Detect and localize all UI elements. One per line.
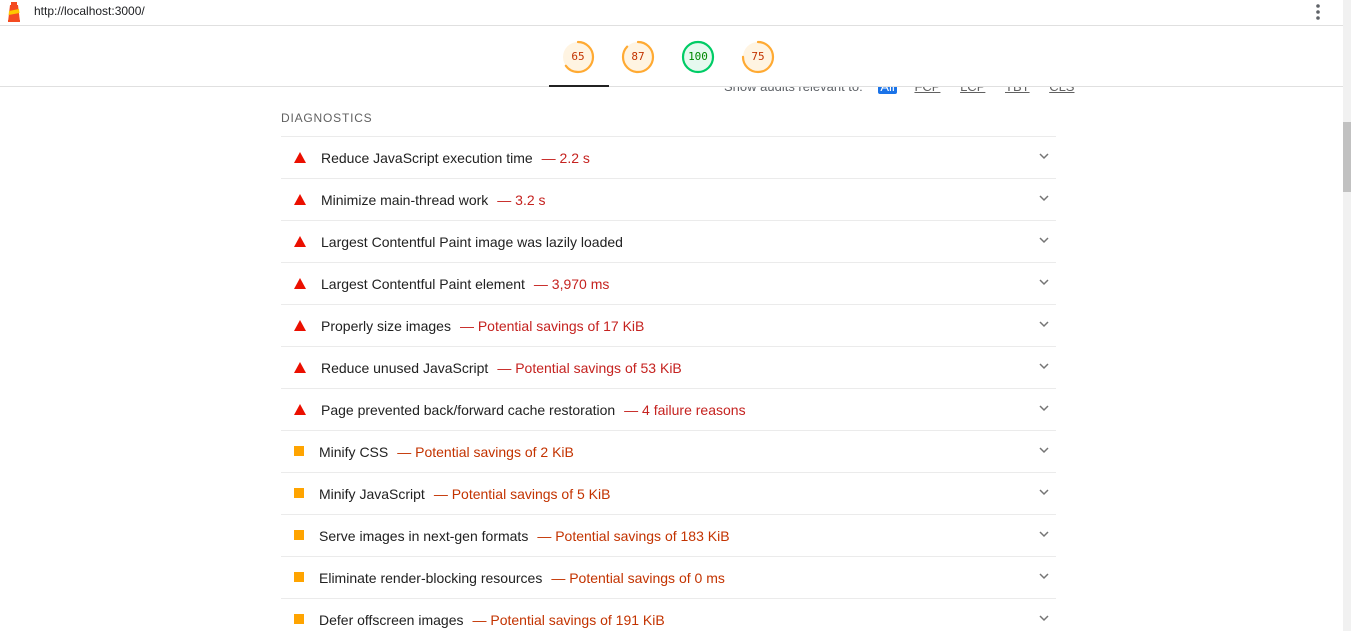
audit-row[interactable]: Largest Contentful Paint element — 3,970 … [281, 262, 1056, 304]
audit-row[interactable]: Reduce JavaScript execution time — 2.2 s [281, 136, 1056, 178]
audit-title: Reduce unused JavaScript [321, 359, 489, 376]
audit-title: Reduce JavaScript execution time [321, 149, 533, 166]
chevron-down-icon[interactable] [1039, 237, 1049, 244]
audit-list: Reduce JavaScript execution time — 2.2 s M… [281, 136, 1056, 640]
chevron-down-icon[interactable] [1039, 279, 1049, 286]
gauge-score: 100 [688, 50, 708, 63]
audit-title: Largest Contentful Paint element [321, 275, 525, 292]
active-gauge-indicator [549, 85, 609, 87]
fail-triangle-icon [294, 236, 306, 247]
audit-row[interactable]: Minify JavaScript — Potential savings of … [281, 472, 1056, 514]
audit-title: Largest Contentful Paint image was lazil… [321, 233, 623, 250]
audit-value: — 3,970 ms [533, 275, 610, 292]
score-gauge-1[interactable]: 87 [621, 40, 655, 74]
audit-value: — 4 failure reasons [624, 401, 746, 418]
fail-triangle-icon [294, 404, 306, 415]
chevron-down-icon[interactable] [1039, 405, 1049, 412]
average-square-icon [294, 530, 304, 540]
audit-value: — Potential savings of 0 ms [551, 569, 725, 586]
chevron-down-icon[interactable] [1039, 195, 1049, 202]
audit-row[interactable]: Reduce unused JavaScript — Potential savi… [281, 346, 1056, 388]
gauge-score: 75 [751, 50, 765, 63]
audit-value: — Potential savings of 53 KiB [497, 359, 682, 376]
average-square-icon [294, 572, 304, 582]
score-gauge-2[interactable]: 100 [681, 40, 715, 74]
audit-value: — Potential savings of 191 KiB [472, 611, 665, 628]
section-title: DIAGNOSTICS [281, 111, 373, 125]
more-options-icon[interactable] [1309, 1, 1327, 23]
fail-triangle-icon [294, 278, 306, 289]
fail-triangle-icon [294, 152, 306, 163]
lighthouse-logo-icon [8, 2, 20, 22]
audit-value: — Potential savings of 183 KiB [537, 527, 730, 544]
audit-title: Minimize main-thread work [321, 191, 489, 208]
top-bar: http://localhost:3000/ [0, 0, 1343, 26]
audit-row[interactable]: Properly size images — Potential savings … [281, 304, 1056, 346]
fail-triangle-icon [294, 320, 306, 331]
audit-title: Properly size images [321, 317, 451, 334]
chevron-down-icon[interactable] [1039, 153, 1049, 160]
audit-value: — 2.2 s [541, 149, 590, 166]
score-gauges-bar: 65 87 100 75 [0, 26, 1343, 87]
audit-row[interactable]: Minimize main-thread work — 3.2 s [281, 178, 1056, 220]
audit-title: Page prevented back/forward cache restor… [321, 401, 616, 418]
chevron-down-icon[interactable] [1039, 321, 1049, 328]
audit-row[interactable]: Defer offscreen images — Potential saving… [281, 598, 1056, 640]
audit-row[interactable]: Page prevented back/forward cache restor… [281, 388, 1056, 430]
audit-value: — Potential savings of 2 KiB [397, 443, 574, 460]
audit-title: Minify CSS [319, 443, 389, 460]
scrollbar-thumb[interactable] [1343, 122, 1351, 192]
fail-triangle-icon [294, 194, 306, 205]
average-square-icon [294, 614, 304, 624]
score-gauge-0[interactable]: 65 [561, 40, 595, 74]
audit-title: Serve images in next-gen formats [319, 527, 529, 544]
chevron-down-icon[interactable] [1039, 615, 1049, 622]
audit-value: — Potential savings of 5 KiB [433, 485, 611, 502]
audit-title: Eliminate render-blocking resources [319, 569, 543, 586]
average-square-icon [294, 488, 304, 498]
scrollbar-track[interactable] [1343, 0, 1351, 631]
chevron-down-icon[interactable] [1039, 573, 1049, 580]
gauge-score: 65 [571, 50, 585, 63]
chevron-down-icon[interactable] [1039, 489, 1049, 496]
chevron-down-icon[interactable] [1039, 531, 1049, 538]
audit-row[interactable]: Eliminate render-blocking resources — Pot… [281, 556, 1056, 598]
audit-row[interactable]: Minify CSS — Potential savings of 2 KiB [281, 430, 1056, 472]
chevron-down-icon[interactable] [1039, 447, 1049, 454]
audit-value: — 3.2 s [497, 191, 546, 208]
audit-title: Defer offscreen images [319, 611, 464, 628]
chevron-down-icon[interactable] [1039, 363, 1049, 370]
audit-title: Minify JavaScript [319, 485, 425, 502]
fail-triangle-icon [294, 362, 306, 373]
score-gauge-3[interactable]: 75 [741, 40, 775, 74]
gauge-score: 87 [631, 50, 645, 63]
average-square-icon [294, 446, 304, 456]
audit-row[interactable]: Largest Contentful Paint image was lazil… [281, 220, 1056, 262]
audit-value: — Potential savings of 17 KiB [459, 317, 645, 334]
audit-row[interactable]: Serve images in next-gen formats — Potent… [281, 514, 1056, 556]
report-url[interactable]: http://localhost:3000/ [34, 4, 145, 18]
